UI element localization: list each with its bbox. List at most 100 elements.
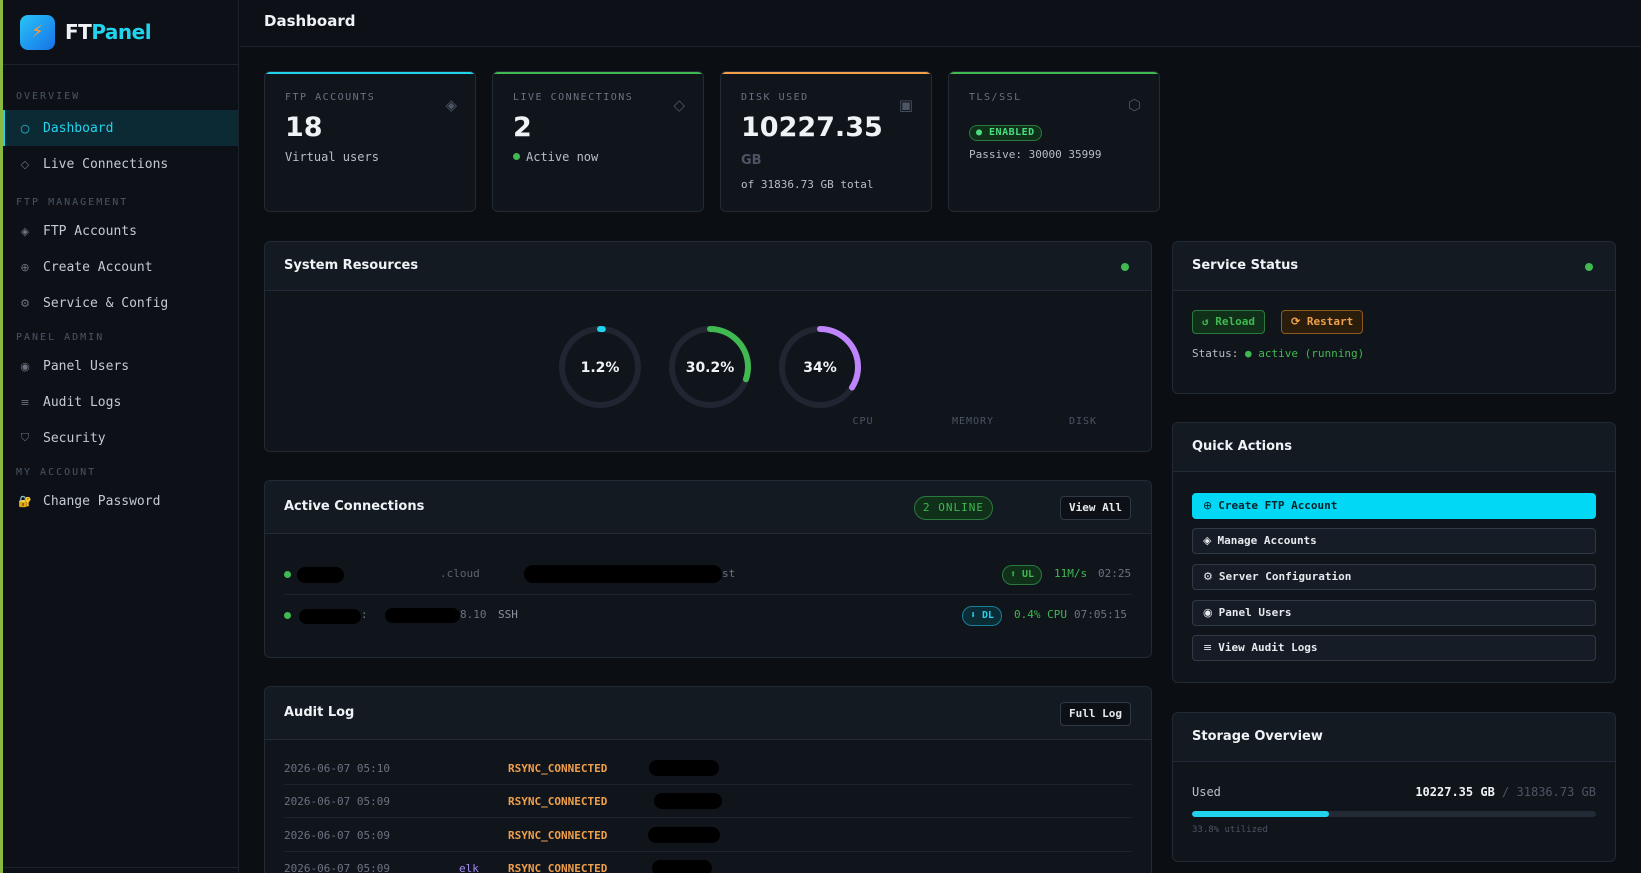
connection-path: st (722, 567, 736, 580)
gauge-value-memory: 30.2% (686, 360, 735, 376)
connection-protocol: SSH (498, 608, 518, 621)
connection-rate: 0.4% CPU (1014, 608, 1067, 621)
sidebar-item-dashboard[interactable]: ○ Dashboard (3, 110, 238, 146)
audit-timestamp: 2026-06-07 05:09 (284, 862, 390, 873)
panel-title: Active Connections (284, 499, 425, 514)
restart-button[interactable]: ⟳ Restart (1281, 310, 1364, 334)
online-dot-icon (513, 153, 520, 160)
sidebar-item-label: Panel Users (43, 358, 130, 374)
panel-title: System Resources (284, 258, 419, 273)
service-status-line: Status: ● active (running) (1192, 347, 1364, 360)
audit-user: elk (459, 862, 479, 873)
tls-enabled-badge: ● ENABLED (969, 125, 1042, 141)
status-label: Status: (1192, 347, 1239, 360)
connection-host: .cloud (440, 567, 480, 580)
sidebar-item-panel-users[interactable]: ◉ Panel Users (3, 348, 238, 384)
audit-timestamp: 2026-06-07 05:09 (284, 829, 390, 842)
card-accent-bar (721, 72, 931, 74)
quick-actions-panel: Quick Actions ⊕ Create FTP Account ◈ Manag… (1172, 422, 1616, 683)
service-status-panel: Service Status ↺ Reload ⟳ Restart Status… (1172, 241, 1616, 394)
storage-utilized-text: 33.8% utilized (1192, 825, 1268, 835)
redacted-block (654, 793, 722, 809)
stat-card-tls-ssl[interactable]: TLS/SSL ⬡ ● ENABLED Passive: 30000 35999 (948, 71, 1160, 212)
online-dot-icon (284, 571, 291, 578)
sidebar-item-change-password[interactable]: 🔐 Change Password (3, 483, 238, 519)
audit-log-panel: Audit Log Full Log 2026-06-07 05:10 RSYN… (264, 686, 1152, 873)
lock-icon: 🔐 (18, 494, 32, 508)
list-icon: ≡ (20, 395, 30, 409)
panel-header: Audit Log Full Log (265, 687, 1151, 740)
disk-icon: ▣ (898, 96, 913, 114)
panel-header: Service Status (1173, 242, 1615, 291)
card-accent-bar (493, 72, 703, 74)
stat-sub: Active now (513, 150, 598, 164)
full-log-button[interactable]: Full Log (1060, 702, 1131, 726)
sidebar-item-label: Change Password (43, 493, 161, 509)
gauge-value-disk: 34% (803, 360, 837, 376)
connection-ip: 8.10 (460, 608, 487, 621)
download-tag: ⬇ DL (962, 606, 1003, 626)
active-connections-panel: Active Connections 2 ONLINE View All .cl… (264, 480, 1152, 658)
stat-value: 10227.35 (741, 112, 883, 143)
status-dot-icon (1121, 263, 1129, 271)
brand: ⚡ FTPanel (3, 0, 238, 65)
server-configuration-button[interactable]: ⚙ Server Configuration (1192, 564, 1596, 590)
diamond-icon: ◈ (445, 96, 457, 114)
circle-outline-icon: ○ (20, 121, 30, 135)
page-title: Dashboard (264, 12, 356, 30)
storage-overview-panel: Storage Overview Used 10227.35 GB / 3183… (1172, 712, 1616, 862)
resource-gauges: 1.2% 30.2% 34% (559, 326, 861, 408)
lightning-logo-icon: ⚡ (20, 14, 55, 50)
nav-section-my-account: MY ACCOUNT (16, 467, 97, 478)
storage-progress-fill (1192, 811, 1329, 817)
button-label: Panel Users (1218, 606, 1292, 619)
topbar: Dashboard (240, 0, 1641, 47)
audit-row[interactable]: 2026-06-07 05:09 RSYNC_CONNECTED (284, 819, 1132, 852)
stat-label: FTP ACCOUNTS (285, 92, 376, 103)
connection-row[interactable]: .cloud st ⬆ UL 11M/s 02:25 (284, 555, 1132, 595)
reload-button[interactable]: ↺ Reload (1192, 310, 1265, 334)
diamond-outline-icon: ◇ (673, 96, 685, 114)
plus-circle-icon: ⊕ (1203, 499, 1213, 512)
audit-row[interactable]: 2026-06-07 05:09 RSYNC_CONNECTED (284, 785, 1132, 818)
manage-accounts-button[interactable]: ◈ Manage Accounts (1192, 528, 1596, 554)
create-ftp-account-button[interactable]: ⊕ Create FTP Account (1192, 493, 1596, 519)
view-audit-logs-button[interactable]: ≡ View Audit Logs (1192, 635, 1596, 661)
gauge-label-memory: MEMORY (951, 416, 995, 427)
sidebar-item-service-config[interactable]: ⚙ Service & Config (3, 285, 238, 321)
connection-time: 02:25 (1098, 567, 1132, 580)
stat-card-disk-used[interactable]: DISK USED ▣ 10227.35 GB of 31836.73 GB t… (720, 71, 932, 212)
view-all-button[interactable]: View All (1060, 496, 1131, 520)
connection-time: 07:05:15 (1074, 608, 1127, 621)
stat-sub-text: Active now (526, 150, 599, 164)
stat-label: DISK USED (741, 92, 809, 103)
sidebar-item-ftp-accounts[interactable]: ◈ FTP Accounts (3, 213, 238, 249)
sidebar-item-security[interactable]: ⛉ Security (3, 420, 238, 456)
list-icon: ≡ (1203, 641, 1213, 654)
stat-card-live-connections[interactable]: LIVE CONNECTIONS ◇ 2 Active now (492, 71, 704, 212)
redacted-block (652, 860, 712, 873)
connection-row[interactable]: : 8.10 SSH ⬇ DL 0.4% CPU 07:05:15 (284, 596, 1132, 636)
sidebar-item-label: Dashboard (43, 120, 114, 136)
sidebar-item-live-connections[interactable]: ◇ Live Connections (3, 146, 238, 182)
plus-circle-icon: ⊕ (20, 260, 30, 274)
sidebar-item-audit-logs[interactable]: ≡ Audit Logs (3, 384, 238, 420)
gear-icon: ⚙ (20, 296, 30, 310)
panel-title: Audit Log (284, 705, 355, 720)
panel-title: Service Status (1192, 258, 1299, 273)
card-accent-bar (265, 72, 475, 74)
panel-header: Quick Actions (1173, 423, 1615, 472)
nav-section-panel-admin: PANEL ADMIN (16, 332, 105, 343)
audit-row[interactable]: 2026-06-07 05:10 RSYNC_CONNECTED (284, 752, 1132, 785)
redacted-block (648, 827, 720, 843)
storage-used-value: 10227.35 GB (1415, 785, 1495, 799)
panel-users-button[interactable]: ◉ Panel Users (1192, 600, 1596, 626)
redacted-block (649, 760, 719, 776)
stat-card-ftp-accounts[interactable]: FTP ACCOUNTS ◈ 18 Virtual users (264, 71, 476, 212)
sidebar-item-create-account[interactable]: ⊕ Create Account (3, 249, 238, 285)
service-status-body: ↺ Reload ⟳ Restart Status: ● active (run… (1173, 291, 1615, 391)
audit-row[interactable]: 2026-06-07 05:09 elk RSYNC_CONNECTED (284, 852, 1132, 873)
audit-action: RSYNC_CONNECTED (508, 795, 608, 808)
button-label: Server Configuration (1218, 570, 1352, 583)
sidebar-item-label: Security (43, 430, 106, 446)
